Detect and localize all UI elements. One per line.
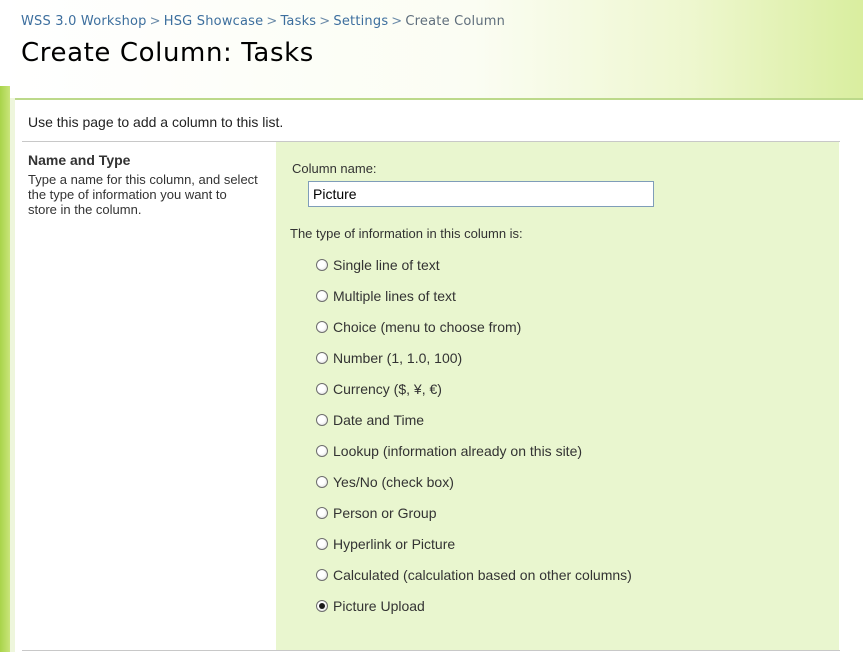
column-type-label: The type of information in this column i… [290, 226, 523, 241]
radio-option-label: Person or Group [333, 505, 437, 521]
breadcrumb-link-workshop[interactable]: WSS 3.0 Workshop [21, 14, 147, 29]
radio-option-label: Multiple lines of text [333, 288, 456, 304]
content-frame-left [10, 98, 15, 652]
radio-option-label: Choice (menu to choose from) [333, 319, 522, 335]
column-name-label: Column name: [292, 161, 377, 176]
section-description: Type a name for this column, and select … [28, 172, 258, 217]
section-title: Name and Type [28, 152, 131, 168]
radio-option-label: Lookup (information already on this site… [333, 443, 583, 459]
radio-button[interactable] [316, 414, 328, 426]
radio-option-multiple-lines-text[interactable]: Multiple lines of text [316, 286, 456, 306]
section-bottom-divider [22, 650, 840, 651]
radio-option-lookup[interactable]: Lookup (information already on this site… [316, 441, 582, 461]
left-accent-bar [0, 86, 10, 652]
page-intro-text: Use this page to add a column to this li… [28, 114, 284, 130]
breadcrumb-separator: > [319, 14, 331, 29]
radio-option-label: Calculated (calculation based on other c… [333, 567, 632, 583]
radio-button[interactable] [316, 445, 328, 457]
radio-option-currency[interactable]: Currency ($, ¥, €) [316, 379, 442, 399]
radio-option-label: Number (1, 1.0, 100) [333, 350, 463, 366]
radio-button[interactable] [316, 569, 328, 581]
radio-option-choice[interactable]: Choice (menu to choose from) [316, 317, 521, 337]
radio-option-label: Single line of text [333, 257, 440, 273]
page-title: Create Column: Tasks [21, 38, 314, 68]
radio-button[interactable] [316, 321, 328, 333]
radio-option-label: Currency ($, ¥, €) [333, 381, 442, 397]
breadcrumb-separator: > [149, 14, 161, 29]
radio-button[interactable] [316, 538, 328, 550]
radio-option-number[interactable]: Number (1, 1.0, 100) [316, 348, 462, 368]
breadcrumb-separator: > [266, 14, 278, 29]
column-name-input[interactable] [308, 181, 654, 207]
breadcrumb-separator: > [391, 14, 403, 29]
radio-button[interactable] [316, 383, 328, 395]
breadcrumb-current: Create Column [405, 14, 506, 29]
breadcrumb: WSS 3.0 Workshop > HSG Showcase > Tasks > Sett… [21, 14, 505, 29]
breadcrumb-link-settings[interactable]: Settings [333, 14, 388, 29]
radio-option-label: Hyperlink or Picture [333, 536, 456, 552]
radio-button-selected[interactable] [316, 600, 328, 612]
radio-option-calculated[interactable]: Calculated (calculation based on other c… [316, 565, 632, 585]
radio-button[interactable] [316, 259, 328, 271]
radio-option-yes-no[interactable]: Yes/No (check box) [316, 472, 454, 492]
radio-option-date-time[interactable]: Date and Time [316, 410, 424, 430]
content-frame-top [10, 98, 863, 100]
radio-button[interactable] [316, 290, 328, 302]
radio-option-hyperlink-picture[interactable]: Hyperlink or Picture [316, 534, 455, 554]
breadcrumb-link-tasks[interactable]: Tasks [280, 14, 316, 29]
radio-option-label: Yes/No (check box) [333, 474, 454, 490]
radio-option-label: Date and Time [333, 412, 425, 428]
radio-option-label: Picture Upload [333, 598, 425, 614]
radio-option-picture-upload[interactable]: Picture Upload [316, 596, 425, 616]
radio-option-person-group[interactable]: Person or Group [316, 503, 437, 523]
radio-button[interactable] [316, 352, 328, 364]
breadcrumb-link-showcase[interactable]: HSG Showcase [164, 14, 264, 29]
radio-button[interactable] [316, 507, 328, 519]
radio-option-single-line-text[interactable]: Single line of text [316, 255, 440, 275]
radio-button[interactable] [316, 476, 328, 488]
